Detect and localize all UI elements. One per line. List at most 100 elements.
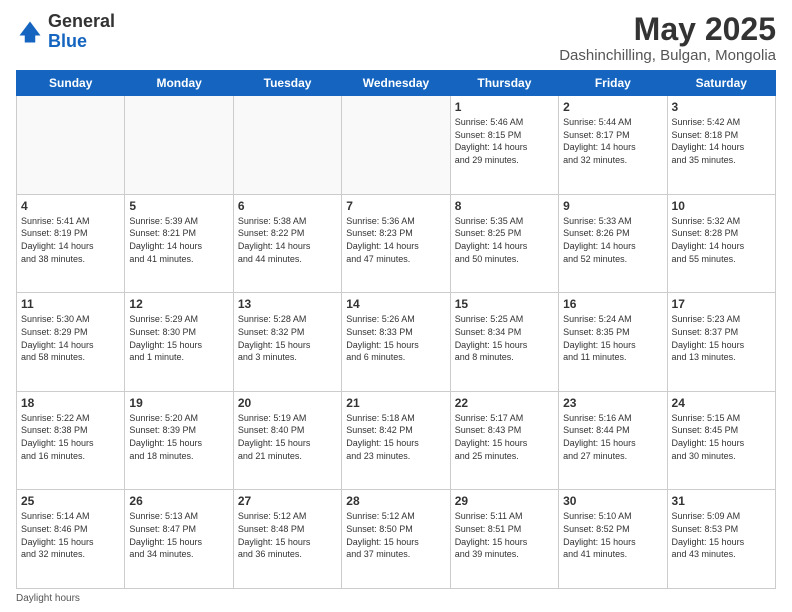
day-info: Sunrise: 5:38 AM Sunset: 8:22 PM Dayligh… — [238, 215, 337, 265]
day-info: Sunrise: 5:30 AM Sunset: 8:29 PM Dayligh… — [21, 313, 120, 363]
title-block: May 2025 Dashinchilling, Bulgan, Mongoli… — [559, 12, 776, 64]
logo: General Blue — [16, 12, 115, 52]
table-row: 3 Sunrise: 5:42 AM Sunset: 8:18 PM Daylig… — [667, 96, 775, 195]
calendar-week-row: 25 Sunrise: 5:14 AM Sunset: 8:46 PM Dayli… — [17, 490, 776, 589]
table-row: 20 Sunrise: 5:19 AM Sunset: 8:40 PM Dayli… — [233, 391, 341, 490]
logo-text: General Blue — [48, 12, 115, 52]
day-number: 14 — [346, 297, 445, 311]
day-info: Sunrise: 5:20 AM Sunset: 8:39 PM Dayligh… — [129, 412, 228, 462]
day-number: 25 — [21, 494, 120, 508]
calendar-header-row: Sunday Monday Tuesday Wednesday Thursday… — [17, 71, 776, 96]
day-info: Sunrise: 5:19 AM Sunset: 8:40 PM Dayligh… — [238, 412, 337, 462]
day-info: Sunrise: 5:23 AM Sunset: 8:37 PM Dayligh… — [672, 313, 771, 363]
day-number: 13 — [238, 297, 337, 311]
day-number: 2 — [563, 100, 662, 114]
col-saturday: Saturday — [667, 71, 775, 96]
table-row: 5 Sunrise: 5:39 AM Sunset: 8:21 PM Daylig… — [125, 194, 233, 293]
table-row: 19 Sunrise: 5:20 AM Sunset: 8:39 PM Dayli… — [125, 391, 233, 490]
table-row: 31 Sunrise: 5:09 AM Sunset: 8:53 PM Dayli… — [667, 490, 775, 589]
day-number: 19 — [129, 396, 228, 410]
col-wednesday: Wednesday — [342, 71, 450, 96]
day-number: 5 — [129, 199, 228, 213]
day-info: Sunrise: 5:24 AM Sunset: 8:35 PM Dayligh… — [563, 313, 662, 363]
day-number: 21 — [346, 396, 445, 410]
day-number: 17 — [672, 297, 771, 311]
table-row: 29Sunrise: 5:11 AM Sunset: 8:51 PM Dayli… — [450, 490, 558, 589]
day-number: 23 — [563, 396, 662, 410]
calendar-week-row: 18 Sunrise: 5:22 AM Sunset: 8:38 PM Dayli… — [17, 391, 776, 490]
day-info: Sunrise: 5:44 AM Sunset: 8:17 PM Dayligh… — [563, 116, 662, 166]
day-number: 27 — [238, 494, 337, 508]
day-number: 6 — [238, 199, 337, 213]
day-number: 18 — [21, 396, 120, 410]
day-info: Sunrise: 5:18 AM Sunset: 8:42 PM Dayligh… — [346, 412, 445, 462]
logo-blue: Blue — [48, 31, 87, 51]
day-info: Sunrise: 5:42 AM Sunset: 8:18 PM Dayligh… — [672, 116, 771, 166]
day-info: Sunrise: 5:15 AM Sunset: 8:45 PM Dayligh… — [672, 412, 771, 462]
day-number: 15 — [455, 297, 554, 311]
table-row: 17 Sunrise: 5:23 AM Sunset: 8:37 PM Dayli… — [667, 293, 775, 392]
table-row: 4Sunrise: 5:41 AM Sunset: 8:19 PM Daylig… — [17, 194, 125, 293]
table-row: 22 Sunrise: 5:17 AM Sunset: 8:43 PM Dayli… — [450, 391, 558, 490]
day-number: 26 — [129, 494, 228, 508]
day-info: Sunrise: 5:13 AM Sunset: 8:47 PM Dayligh… — [129, 510, 228, 560]
day-number: 28 — [346, 494, 445, 508]
day-number: 24 — [672, 396, 771, 410]
day-number: 20 — [238, 396, 337, 410]
day-info: Sunrise: 5:14 AM Sunset: 8:46 PM Dayligh… — [21, 510, 120, 560]
day-number: 3 — [672, 100, 771, 114]
table-row — [233, 96, 341, 195]
table-row: 1 Sunrise: 5:46 AM Sunset: 8:15 PM Daylig… — [450, 96, 558, 195]
day-number: 30 — [563, 494, 662, 508]
day-info: Sunrise: 5:36 AM Sunset: 8:23 PM Dayligh… — [346, 215, 445, 265]
month-year-title: May 2025 — [559, 12, 776, 47]
day-info: Sunrise: 5:09 AM Sunset: 8:53 PM Dayligh… — [672, 510, 771, 560]
table-row: 10Sunrise: 5:32 AM Sunset: 8:28 PM Dayli… — [667, 194, 775, 293]
col-tuesday: Tuesday — [233, 71, 341, 96]
table-row: 8Sunrise: 5:35 AM Sunset: 8:25 PM Daylig… — [450, 194, 558, 293]
table-row: 28 Sunrise: 5:12 AM Sunset: 8:50 PM Dayli… — [342, 490, 450, 589]
table-row: 11 Sunrise: 5:30 AM Sunset: 8:29 PM Dayli… — [17, 293, 125, 392]
table-row: 14 Sunrise: 5:26 AM Sunset: 8:33 PM Dayli… — [342, 293, 450, 392]
table-row: 2 Sunrise: 5:44 AM Sunset: 8:17 PM Daylig… — [559, 96, 667, 195]
table-row — [342, 96, 450, 195]
day-info: Sunrise: 5:39 AM Sunset: 8:21 PM Dayligh… — [129, 215, 228, 265]
day-info: Sunrise: 5:10 AM Sunset: 8:52 PM Dayligh… — [563, 510, 662, 560]
day-info: Sunrise: 5:22 AM Sunset: 8:38 PM Dayligh… — [21, 412, 120, 462]
day-number: 22 — [455, 396, 554, 410]
day-number: 8 — [455, 199, 554, 213]
day-info: Sunrise: 5:41 AM Sunset: 8:19 PM Dayligh… — [21, 215, 120, 265]
day-number: 9 — [563, 199, 662, 213]
calendar-week-row: 4Sunrise: 5:41 AM Sunset: 8:19 PM Daylig… — [17, 194, 776, 293]
table-row — [125, 96, 233, 195]
table-row: 12Sunrise: 5:29 AM Sunset: 8:30 PM Dayli… — [125, 293, 233, 392]
calendar-table: Sunday Monday Tuesday Wednesday Thursday… — [16, 70, 776, 589]
day-number: 1 — [455, 100, 554, 114]
day-info: Sunrise: 5:25 AM Sunset: 8:34 PM Dayligh… — [455, 313, 554, 363]
table-row: 7 Sunrise: 5:36 AM Sunset: 8:23 PM Daylig… — [342, 194, 450, 293]
daylight-hours-label: Daylight hours — [16, 593, 80, 604]
table-row: 27 Sunrise: 5:12 AM Sunset: 8:48 PM Dayli… — [233, 490, 341, 589]
day-info: Sunrise: 5:26 AM Sunset: 8:33 PM Dayligh… — [346, 313, 445, 363]
table-row: 13Sunrise: 5:28 AM Sunset: 8:32 PM Dayli… — [233, 293, 341, 392]
day-info: Sunrise: 5:17 AM Sunset: 8:43 PM Dayligh… — [455, 412, 554, 462]
table-row — [17, 96, 125, 195]
table-row: 24 Sunrise: 5:15 AM Sunset: 8:45 PM Dayli… — [667, 391, 775, 490]
day-number: 12 — [129, 297, 228, 311]
col-friday: Friday — [559, 71, 667, 96]
day-number: 11 — [21, 297, 120, 311]
col-monday: Monday — [125, 71, 233, 96]
col-thursday: Thursday — [450, 71, 558, 96]
day-info: Sunrise: 5:12 AM Sunset: 8:50 PM Dayligh… — [346, 510, 445, 560]
day-info: Sunrise: 5:16 AM Sunset: 8:44 PM Dayligh… — [563, 412, 662, 462]
footer: Daylight hours — [16, 593, 776, 604]
table-row: 25 Sunrise: 5:14 AM Sunset: 8:46 PM Dayli… — [17, 490, 125, 589]
day-info: Sunrise: 5:12 AM Sunset: 8:48 PM Dayligh… — [238, 510, 337, 560]
day-number: 7 — [346, 199, 445, 213]
calendar-week-row: 1 Sunrise: 5:46 AM Sunset: 8:15 PM Daylig… — [17, 96, 776, 195]
day-info: Sunrise: 5:46 AM Sunset: 8:15 PM Dayligh… — [455, 116, 554, 166]
day-number: 31 — [672, 494, 771, 508]
table-row: 26 Sunrise: 5:13 AM Sunset: 8:47 PM Dayli… — [125, 490, 233, 589]
generalblue-logo-icon — [16, 18, 44, 46]
table-row: 15 Sunrise: 5:25 AM Sunset: 8:34 PM Dayli… — [450, 293, 558, 392]
